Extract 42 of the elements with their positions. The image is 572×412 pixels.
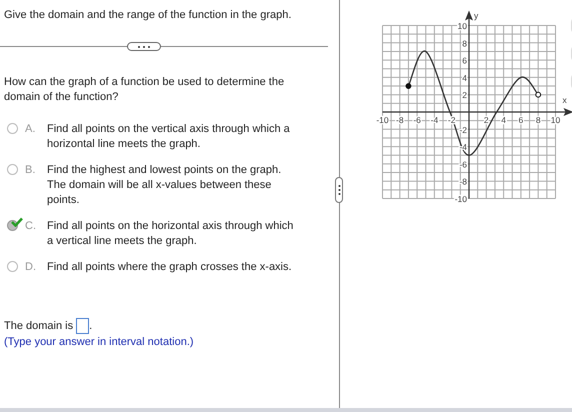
option-text: Find all points where the graph crosses the x-axis. — [47, 260, 293, 275]
tick-label: -10 — [454, 194, 467, 204]
radio-button[interactable] — [7, 261, 18, 272]
answer-field[interactable] — [76, 318, 90, 334]
tick-label: 6 — [518, 115, 524, 125]
tick-label: 2 — [484, 115, 489, 125]
y-axis-label: y — [474, 10, 478, 20]
period-text: . — [89, 318, 92, 334]
tick-label: -2 — [459, 124, 467, 135]
radio-button[interactable] — [7, 123, 18, 134]
option-text: Find the highest and lowest points on the graph. The domain will be all x-values between these points. — [47, 163, 282, 208]
tick-label: 4 — [501, 115, 506, 125]
option-text: Find all points on the vertical axis through which a horizontal line meets the graph. — [47, 122, 291, 152]
radio-button[interactable] — [7, 164, 18, 175]
expand-button[interactable] — [127, 42, 161, 51]
tick-label: 10 — [550, 115, 560, 125]
more-icon — [137, 44, 151, 48]
answer-label: The domain is — [4, 318, 74, 334]
resize-handle[interactable] — [335, 177, 343, 203]
tick-label: 6 — [462, 56, 467, 66]
tick-label: -8 — [459, 176, 467, 187]
question-text: How can the graph of a function be used to determine the domain of the function? — [4, 75, 286, 105]
tick-label: 2 — [462, 90, 467, 100]
tick-label: -8 — [396, 115, 404, 125]
tick-label: -6 — [459, 159, 467, 170]
option-letter: B. — [25, 163, 36, 178]
tick-label: 8 — [462, 38, 467, 48]
instruction-text: Give the domain and the range of the function in the graph. — [4, 8, 292, 23]
tick-label: -4 — [430, 115, 438, 125]
tick-label: 10 — [458, 21, 467, 31]
check-icon — [11, 217, 23, 227]
more-icon — [338, 184, 340, 196]
option-letter: C. — [25, 219, 37, 234]
tick-label: 8 — [536, 115, 541, 125]
option-letter: D. — [25, 260, 37, 275]
tick-label: -10 — [376, 115, 389, 125]
tick-label: -6 — [413, 115, 421, 125]
x-axis-label: x — [562, 95, 567, 105]
option-text: Find all points on the horizontal axis through which a vertical line meets the graph. — [47, 219, 294, 249]
tick-label: 4 — [462, 72, 467, 83]
hint-text: (Type your answer in interval notation.) — [4, 335, 195, 350]
option-letter: A. — [25, 122, 36, 137]
